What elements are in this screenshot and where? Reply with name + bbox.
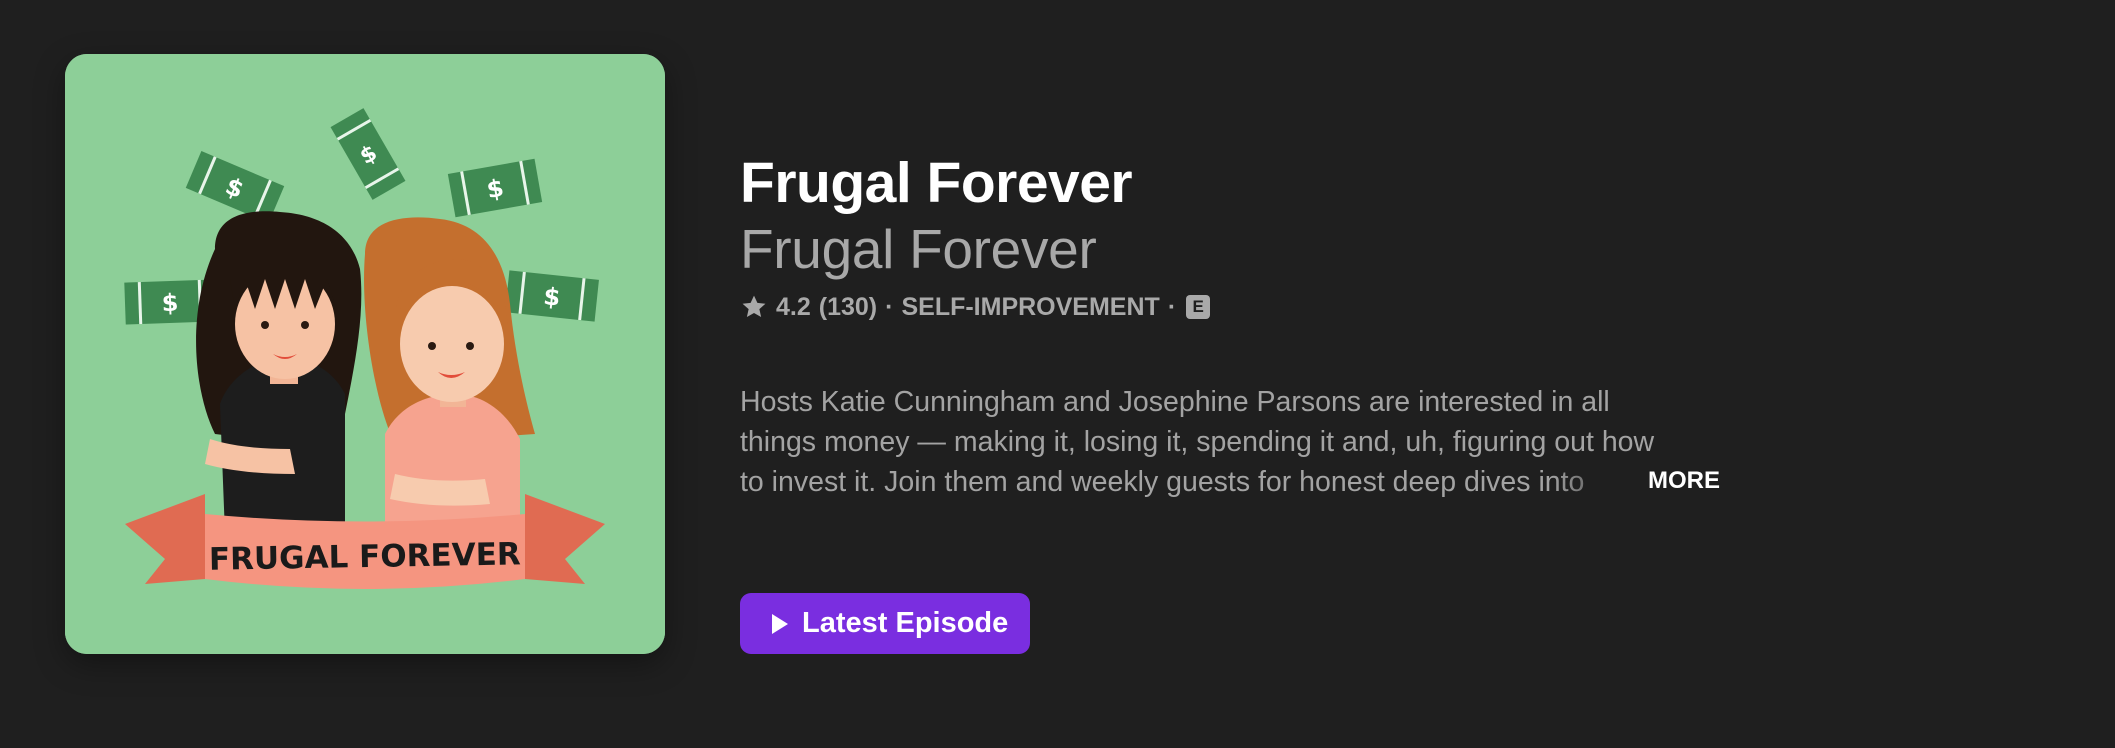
description-container: Hosts Katie Cunningham and Josephine Par…	[740, 382, 1720, 502]
podcast-description: Hosts Katie Cunningham and Josephine Par…	[740, 386, 1655, 498]
latest-episode-label: Latest Episode	[802, 607, 1009, 639]
meta-separator: ·	[1167, 293, 1177, 321]
podcast-artwork: $ $ $ $ $ FRUGAL FOREVER	[65, 54, 665, 654]
explicit-badge: E	[1186, 295, 1211, 319]
category-link[interactable]: SELF-IMPROVEMENT	[901, 290, 1159, 324]
description-fade	[1550, 462, 1660, 502]
podcast-show-page: $ $ $ $ $ FRUGAL FOREVER Frugal Forever …	[0, 0, 2115, 748]
podcast-meta-row: 4.2 (130) · SELF-IMPROVEMENT · E	[740, 290, 1740, 324]
podcast-author-link[interactable]: Frugal Forever	[740, 216, 1740, 282]
more-button[interactable]: MORE	[1646, 464, 1720, 498]
star-icon	[742, 295, 766, 318]
latest-episode-button[interactable]: Latest Episode	[740, 593, 1031, 654]
svg-text:$: $	[542, 282, 562, 312]
rating-count: (130)	[818, 293, 878, 321]
play-icon	[772, 613, 788, 634]
rating-value: 4.2	[776, 293, 811, 321]
meta-separator: ·	[885, 293, 894, 321]
podcast-info: Frugal Forever Frugal Forever 4.2 (130) …	[740, 150, 1740, 502]
podcast-cover-illustration: $ $ $ $ $ FRUGAL FOREVER	[65, 54, 665, 654]
artwork-banner-text: FRUGAL FOREVER	[209, 536, 522, 577]
podcast-title: Frugal Forever	[740, 151, 1133, 215]
svg-text:$: $	[161, 289, 179, 318]
